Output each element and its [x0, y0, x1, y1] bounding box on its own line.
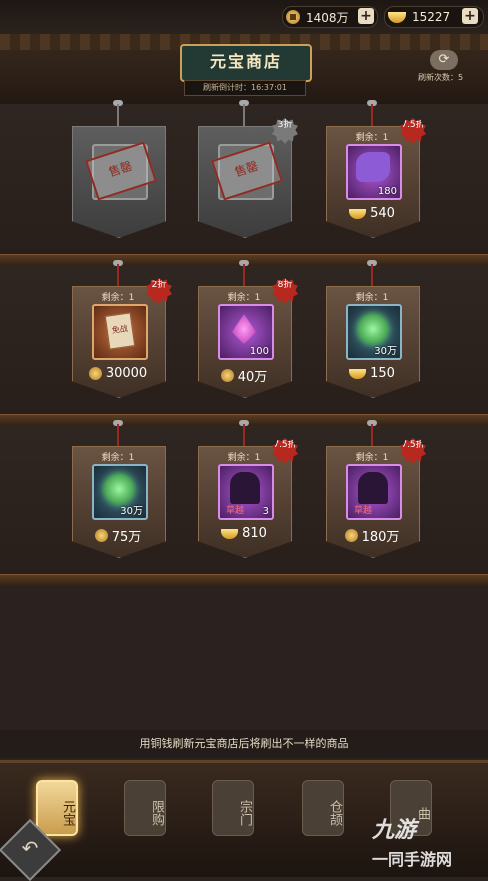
- shop-item-character-1[interactable]: 剩余：1 7.5折 草越 3 810: [198, 420, 298, 566]
- item-price: 810: [198, 526, 290, 541]
- item-price: 75万: [72, 526, 164, 545]
- add-ingot-button[interactable]: +: [462, 8, 478, 24]
- shop-item-orb-2[interactable]: 剩余：1 30万 75万: [72, 420, 166, 566]
- refresh-timer: 刷新倒计时：16:37:01: [184, 80, 306, 96]
- copper-coin-icon: [344, 529, 358, 542]
- shop-item-sold-1[interactable]: 售罄: [72, 100, 166, 246]
- shop-item-sold-2[interactable]: 3折 售罄: [198, 100, 298, 246]
- copper-coin-icon: [88, 367, 102, 380]
- gold-ingot-icon: [349, 368, 367, 379]
- copper-coin-icon: [94, 529, 108, 542]
- refresh-notice: 用铜钱刷新元宝商店后将刷出不一样的商品: [0, 730, 488, 758]
- shop-item-document[interactable]: 剩余：1 2折 免战 30000: [72, 260, 172, 406]
- watermark: 九游 一同手游网: [372, 818, 453, 869]
- green-orb-icon: 30万: [346, 304, 402, 360]
- item-price: 30000: [72, 366, 164, 381]
- gold-ingot-icon: [349, 208, 367, 219]
- tab-cangjie[interactable]: 仓颉: [302, 780, 344, 836]
- character-silhouette-icon: 草越 3: [218, 464, 274, 520]
- tab-sect[interactable]: 宗门: [212, 780, 254, 836]
- puzzle-piece-icon: 180: [346, 144, 402, 200]
- refresh-button[interactable]: ⟳: [430, 50, 458, 70]
- copper-value: 1408万: [306, 10, 349, 25]
- refresh-count: 刷新次数：5: [418, 73, 464, 82]
- copper-coin-icon: [220, 369, 234, 382]
- shop-item-character-2[interactable]: 剩余：1 7.5折 草越 180万: [326, 420, 426, 566]
- gold-ingot-icon: [221, 528, 239, 539]
- item-price: 40万: [198, 366, 290, 385]
- tab-limited[interactable]: 限购: [124, 780, 166, 836]
- tab-ingot-shop[interactable]: 元宝: [36, 780, 78, 836]
- document-icon: 免战: [92, 304, 148, 360]
- item-price: 180万: [326, 526, 418, 545]
- copper-coin-icon: [286, 10, 300, 24]
- gem-icon: 100: [218, 304, 274, 360]
- green-orb-icon: 30万: [92, 464, 148, 520]
- add-copper-button[interactable]: +: [358, 8, 374, 24]
- gold-ingot-icon: [388, 11, 406, 23]
- character-silhouette-icon: 草越: [346, 464, 402, 520]
- shop-item-orb[interactable]: 剩余：1 30万 150: [326, 260, 420, 406]
- item-price: 540: [326, 206, 418, 221]
- shop-title: 元宝商店: [180, 44, 312, 82]
- shop-item-puzzle[interactable]: 剩余：1 7.5折 180 540: [326, 100, 426, 246]
- ingot-value: 15227: [412, 10, 451, 24]
- back-arrow-icon: ↶: [21, 836, 39, 860]
- item-price: 150: [326, 366, 418, 381]
- shop-item-gem[interactable]: 剩余：1 8折 100 40万: [198, 260, 298, 406]
- empty-area: [0, 586, 488, 730]
